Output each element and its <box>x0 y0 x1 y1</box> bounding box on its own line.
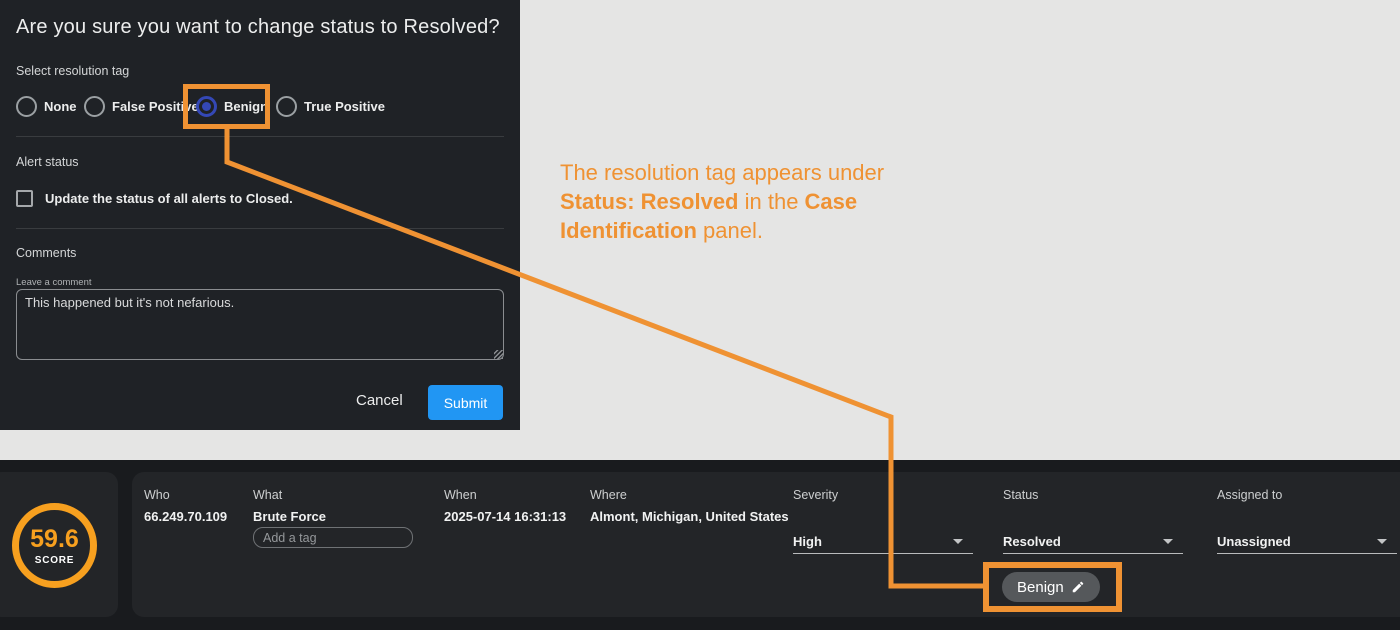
radio-circle-icon[interactable] <box>276 96 297 117</box>
comment-input[interactable]: This happened but it's not nefarious. <box>16 289 504 360</box>
status-dropdown[interactable]: Resolved <box>1003 530 1183 554</box>
radio-circle-icon[interactable] <box>84 96 105 117</box>
what-value: Brute Force <box>253 509 326 524</box>
chevron-down-icon <box>953 539 963 544</box>
score-caption: SCORE <box>35 555 75 566</box>
severity-value: High <box>793 534 822 549</box>
chevron-down-icon <box>1163 539 1173 544</box>
who-label: Who <box>144 488 170 502</box>
annotation-text: in the <box>739 189 805 214</box>
resolution-tag-radio-group: None False Positive Benign True Positive <box>0 95 520 117</box>
update-alerts-checkbox-row: Update the status of all alerts to Close… <box>16 190 293 207</box>
radio-benign[interactable]: Benign <box>196 95 268 117</box>
case-identification-panel <box>0 460 1400 630</box>
edit-icon[interactable] <box>1071 580 1085 594</box>
annotation-text: The resolution tag appears under <box>560 160 884 185</box>
radio-selected-icon[interactable] <box>196 96 217 117</box>
radio-false-positive[interactable]: False Positive <box>84 95 199 117</box>
update-alerts-checkbox[interactable] <box>16 190 33 207</box>
severity-dropdown[interactable]: High <box>793 530 973 554</box>
screen: Are you sure you want to change status t… <box>0 0 1400 630</box>
radio-true-positive-label: True Positive <box>304 99 385 114</box>
resolution-tag-chip[interactable]: Benign <box>1002 572 1100 602</box>
status-value: Resolved <box>1003 534 1061 549</box>
assigned-to-dropdown[interactable]: Unassigned <box>1217 530 1397 554</box>
chevron-down-icon <box>1377 539 1387 544</box>
change-status-dialog: Are you sure you want to change status t… <box>0 0 520 430</box>
when-label: When <box>444 488 477 502</box>
submit-button[interactable]: Submit <box>428 385 503 420</box>
alert-status-section-label: Alert status <box>16 155 79 169</box>
assigned-to-label: Assigned to <box>1217 488 1282 502</box>
radio-false-positive-label: False Positive <box>112 99 199 114</box>
where-value: Almont, Michigan, United States <box>590 509 789 524</box>
radio-none[interactable]: None <box>16 95 77 117</box>
annotation-text: panel. <box>697 218 763 243</box>
resize-handle-icon[interactable] <box>494 350 503 359</box>
status-label: Status <box>1003 488 1038 502</box>
radio-none-label: None <box>44 99 77 114</box>
what-label: What <box>253 488 282 502</box>
resolution-tag-label: Benign <box>1017 579 1064 596</box>
severity-label: Severity <box>793 488 838 502</box>
assigned-to-value: Unassigned <box>1217 534 1291 549</box>
divider <box>16 136 504 137</box>
leave-a-comment-label: Leave a comment <box>16 277 92 288</box>
annotation-bold-status: Status: Resolved <box>560 189 739 214</box>
add-tag-input[interactable] <box>253 527 413 548</box>
radio-benign-label: Benign <box>224 99 268 114</box>
resolution-tag-section-label: Select resolution tag <box>16 64 129 78</box>
cancel-button[interactable]: Cancel <box>356 392 403 409</box>
comments-section-label: Comments <box>16 246 76 260</box>
divider <box>16 228 504 229</box>
update-alerts-checkbox-label: Update the status of all alerts to Close… <box>45 191 293 206</box>
when-value: 2025-07-14 16:31:13 <box>444 509 566 524</box>
radio-true-positive[interactable]: True Positive <box>276 95 385 117</box>
radio-circle-icon[interactable] <box>16 96 37 117</box>
who-value: 66.249.70.109 <box>144 509 227 524</box>
dialog-title: Are you sure you want to change status t… <box>16 16 500 39</box>
score-value: 59.6 <box>30 525 79 554</box>
where-label: Where <box>590 488 627 502</box>
risk-score-gauge: 59.6 SCORE <box>12 503 97 588</box>
annotation-note: The resolution tag appears under Status:… <box>560 158 940 245</box>
